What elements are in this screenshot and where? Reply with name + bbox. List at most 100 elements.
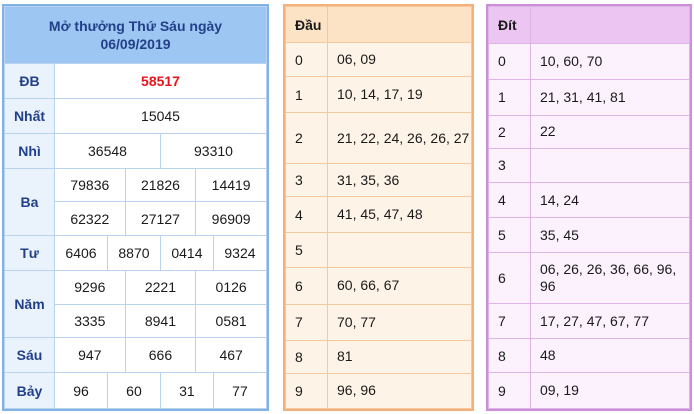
dau-key: 2 — [285, 112, 328, 164]
dau-header-row: Đầu — [285, 5, 472, 44]
dau-row: 5 — [285, 231, 472, 269]
prize-value: 0126 — [195, 269, 267, 305]
prize-value: 60 — [106, 372, 161, 409]
results-title: Mở thưởng Thứ Sáu ngày 06/09/2019 — [4, 5, 267, 65]
dit-values: 48 — [530, 338, 690, 374]
prize-label-nhat: Nhất — [4, 98, 55, 134]
prize-label-db: ĐB — [4, 63, 55, 100]
prize-row-sau: Sáu 947 666 467 — [4, 337, 267, 374]
dit-key: 4 — [488, 182, 531, 219]
dit-values — [530, 147, 690, 184]
prize-value: 2221 — [124, 269, 197, 305]
prize-value: 36548 — [54, 132, 161, 169]
dit-row: 3 — [488, 147, 690, 184]
dit-values: 22 — [530, 114, 690, 149]
dit-values: 06, 26, 26, 36, 66, 96, 96 — [530, 252, 690, 305]
prize-value: 62322 — [54, 201, 126, 237]
prize-value: 0581 — [195, 303, 267, 339]
dau-row: 4 41, 45, 47, 48 — [285, 196, 472, 233]
dau-values: 10, 14, 17, 19 — [327, 75, 472, 114]
prize-value: 96909 — [195, 201, 267, 237]
prize-value: 27127 — [124, 201, 197, 237]
dau-values: 70, 77 — [327, 303, 472, 342]
prize-label-nhi: Nhì — [4, 132, 55, 169]
dau-table: Đầu 0 06, 09 1 10, 14, 17, 19 2 21, 22, … — [283, 4, 474, 411]
dau-key: 8 — [285, 340, 328, 374]
prize-value: 6406 — [54, 235, 108, 271]
results-table: Mở thưởng Thứ Sáu ngày 06/09/2019 ĐB 585… — [2, 4, 269, 411]
prize-row-tu: Tư 6406 8870 0414 9324 — [4, 235, 268, 271]
results-title-date: 06/09/2019 — [100, 36, 171, 53]
dau-row: 0 06, 09 — [285, 42, 472, 77]
prize-label-sau: Sáu — [4, 337, 55, 374]
dit-header: Đít — [488, 6, 531, 44]
dau-values: 31, 35, 36 — [327, 162, 472, 198]
dau-row: 3 31, 35, 36 — [285, 162, 472, 198]
dau-row: 9 96, 96 — [285, 372, 472, 410]
prize-label-nam: Năm — [4, 269, 55, 339]
prize-row-ba: Ba 79836 21826 14419 — [4, 167, 267, 237]
dau-header: Đầu — [285, 5, 328, 44]
prize-value: 31 — [159, 372, 214, 409]
dau-row: 2 21, 22, 24, 26, 26, 27 — [285, 112, 472, 164]
dit-key: 0 — [488, 42, 531, 80]
dit-row: 6 06, 26, 26, 36, 66, 96, 96 — [488, 252, 690, 305]
prize-label-bay: Bảy — [4, 372, 55, 409]
dit-key: 7 — [488, 303, 531, 340]
dit-key: 3 — [488, 147, 531, 184]
prize-row-nhat: Nhất 15045 — [4, 98, 267, 134]
prize-label-tu: Tư — [4, 235, 55, 271]
prize-row-nhi: Nhì 36548 93310 — [4, 132, 268, 169]
dau-row: 1 10, 14, 17, 19 — [285, 75, 472, 114]
dau-values: 21, 22, 24, 26, 26, 27 — [327, 112, 472, 164]
dau-values: 06, 09 — [327, 42, 472, 77]
dau-values: 41, 45, 47, 48 — [327, 196, 472, 233]
prize-value: 8941 — [124, 303, 197, 339]
dit-row: 8 48 — [488, 338, 690, 374]
prize-value: 8870 — [106, 235, 161, 271]
dau-key: 4 — [285, 196, 328, 233]
dit-row: 5 35, 45 — [488, 217, 690, 254]
prize-value: 96 — [54, 372, 108, 409]
dit-key: 8 — [488, 338, 531, 374]
dau-key: 7 — [285, 303, 328, 342]
dit-row: 1 21, 31, 41, 81 — [488, 78, 690, 116]
dau-key: 5 — [285, 231, 328, 269]
dau-row: 6 60, 66, 67 — [285, 267, 472, 305]
prize-value: 9324 — [212, 235, 268, 271]
dit-row: 4 14, 24 — [488, 182, 690, 219]
dit-key: 1 — [488, 78, 531, 116]
dau-row: 7 70, 77 — [285, 303, 472, 342]
dau-key: 3 — [285, 162, 328, 198]
dit-values: 14, 24 — [530, 182, 690, 219]
prize-row-db: ĐB 58517 — [4, 63, 267, 100]
prize-value: 9296 — [54, 269, 126, 305]
dau-row: 8 81 — [285, 340, 472, 374]
dit-key: 2 — [488, 114, 531, 149]
prize-row-nam: Năm 9296 2221 0126 — [4, 269, 267, 339]
dit-row: 9 09, 19 — [488, 372, 690, 409]
prize-value: 947 — [54, 337, 126, 374]
dau-values: 81 — [327, 340, 472, 374]
dau-key: 1 — [285, 75, 328, 114]
dit-row: 0 10, 60, 70 — [488, 42, 690, 80]
dau-key: 0 — [285, 42, 328, 77]
dit-values: 10, 60, 70 — [530, 42, 690, 80]
dit-table: Đít 0 10, 60, 70 1 21, 31, 41, 81 2 22 3… — [486, 4, 692, 411]
prize-value: 0414 — [159, 235, 214, 271]
dit-header-row: Đít — [488, 6, 690, 44]
prize-value: 15045 — [54, 98, 267, 134]
results-title-line1: Mở thưởng Thứ Sáu ngày — [48, 18, 223, 35]
prize-value: 3335 — [54, 303, 126, 339]
prize-value: 21826 — [124, 167, 197, 203]
dit-values: 21, 31, 41, 81 — [530, 78, 690, 116]
dit-values: 35, 45 — [530, 217, 690, 254]
dau-header-blank — [327, 5, 472, 44]
prize-value: 77 — [212, 372, 268, 409]
dau-values: 96, 96 — [327, 372, 472, 410]
prize-value: 467 — [195, 337, 267, 374]
dit-key: 6 — [488, 252, 531, 305]
dit-row: 2 22 — [488, 114, 690, 149]
dau-values — [327, 231, 472, 269]
prize-value: 79836 — [54, 167, 126, 203]
